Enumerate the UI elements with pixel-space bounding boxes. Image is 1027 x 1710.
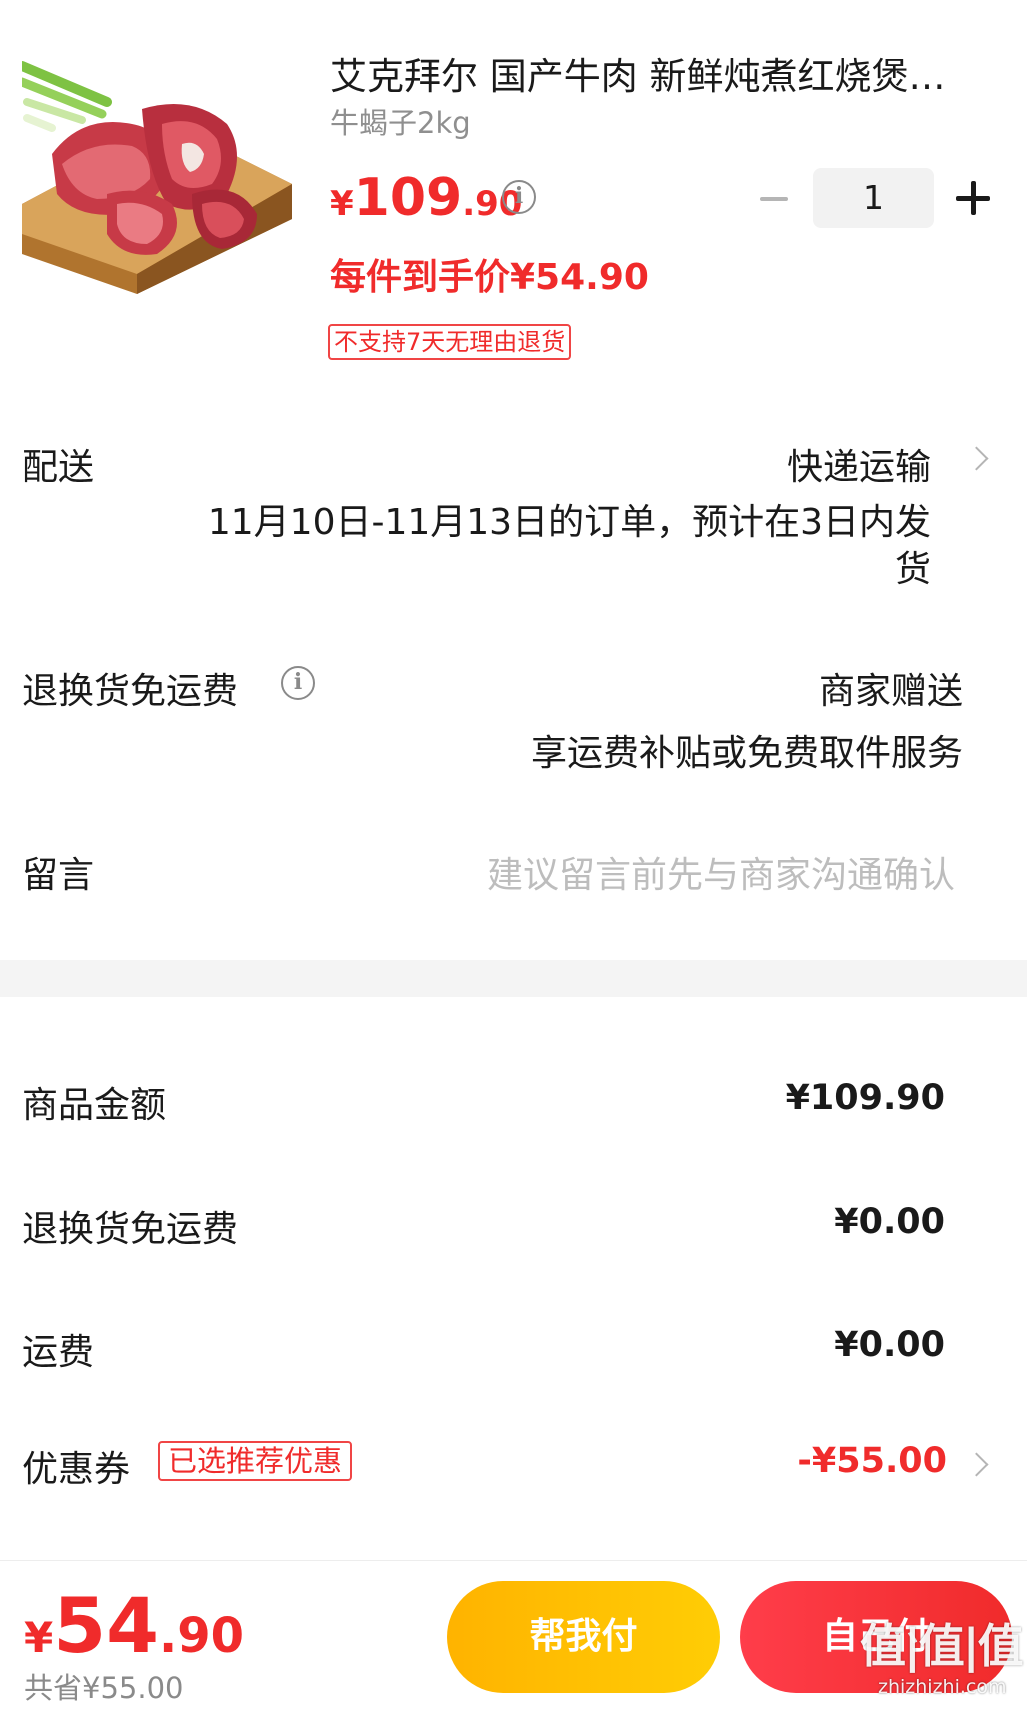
- coupon-value[interactable]: -¥55.00: [797, 1441, 947, 1481]
- total-decimal: .90: [159, 1608, 245, 1664]
- coupon-chevron-icon[interactable]: [966, 1446, 992, 1486]
- shipping-fee-label: 运费: [22, 1332, 95, 1373]
- quantity-increase-button[interactable]: [954, 179, 992, 217]
- message-label: 留言: [22, 855, 95, 896]
- return-shipping-note: 享运费补贴或免费取件服务: [530, 733, 963, 774]
- total-price: ¥ 54 .90: [24, 1581, 244, 1670]
- coupon-tag: 已选推荐优惠: [158, 1441, 353, 1481]
- product-image[interactable]: [22, 54, 292, 294]
- delivery-note-line1: 11月10日-11月13日的订单，预计在3日内发: [207, 502, 931, 543]
- delivery-chevron-icon[interactable]: [966, 440, 992, 480]
- final-unit-price: 每件到手价¥54.90: [330, 257, 649, 298]
- total-integer: 54: [53, 1581, 159, 1670]
- saved-amount: 共省¥55.00: [24, 1671, 184, 1705]
- watermark-logo: 值|值|值: [860, 1619, 1024, 1673]
- return-shipping-value: 商家赠送: [818, 671, 963, 712]
- no-return-tag: 不支持7天无理由退货: [328, 324, 572, 360]
- shipping-fee-value: ¥0.00: [834, 1325, 945, 1365]
- section-divider: [0, 960, 1027, 997]
- message-input[interactable]: 建议留言前先与商家沟通确认: [487, 846, 955, 898]
- price-currency: ¥: [330, 184, 354, 224]
- price-integer: 109: [353, 168, 463, 228]
- return-shipping-label: 退换货免运费: [22, 671, 239, 712]
- total-currency: ¥: [24, 1613, 54, 1662]
- product-card: 艾克拜尔 国产牛肉 新鲜炖煮红烧煲… 牛蝎子2kg ¥ 109 .90 i 1 …: [0, 0, 1027, 390]
- return-shipping-info-icon[interactable]: i: [281, 666, 315, 700]
- help-me-pay-button[interactable]: 帮我付: [447, 1581, 720, 1693]
- product-spec[interactable]: 牛蝎子2kg: [330, 100, 471, 142]
- quantity-input[interactable]: 1: [813, 168, 934, 228]
- coupon-label: 优惠券: [22, 1449, 131, 1490]
- delivery-method[interactable]: 快递运输: [787, 438, 931, 490]
- goods-amount-value: ¥109.90: [785, 1078, 945, 1118]
- price-info-icon[interactable]: i: [502, 180, 536, 214]
- goods-amount-label: 商品金额: [22, 1085, 167, 1126]
- scallion-icon: [22, 61, 112, 132]
- watermark-url: zhizhizhi.com: [878, 1676, 1007, 1698]
- delivery-label: 配送: [22, 447, 95, 488]
- product-price: ¥ 109 .90: [330, 168, 522, 228]
- delivery-note-line2: 货: [894, 549, 931, 590]
- return-fee-value: ¥0.00: [834, 1202, 945, 1242]
- site-watermark: 值|值|值 zhizhizhi.com: [860, 1610, 1024, 1700]
- return-fee-label: 退换货免运费: [22, 1209, 239, 1250]
- quantity-decrease-button[interactable]: [756, 180, 792, 216]
- product-title[interactable]: 艾克拜尔 国产牛肉 新鲜炖煮红烧煲…: [330, 46, 980, 100]
